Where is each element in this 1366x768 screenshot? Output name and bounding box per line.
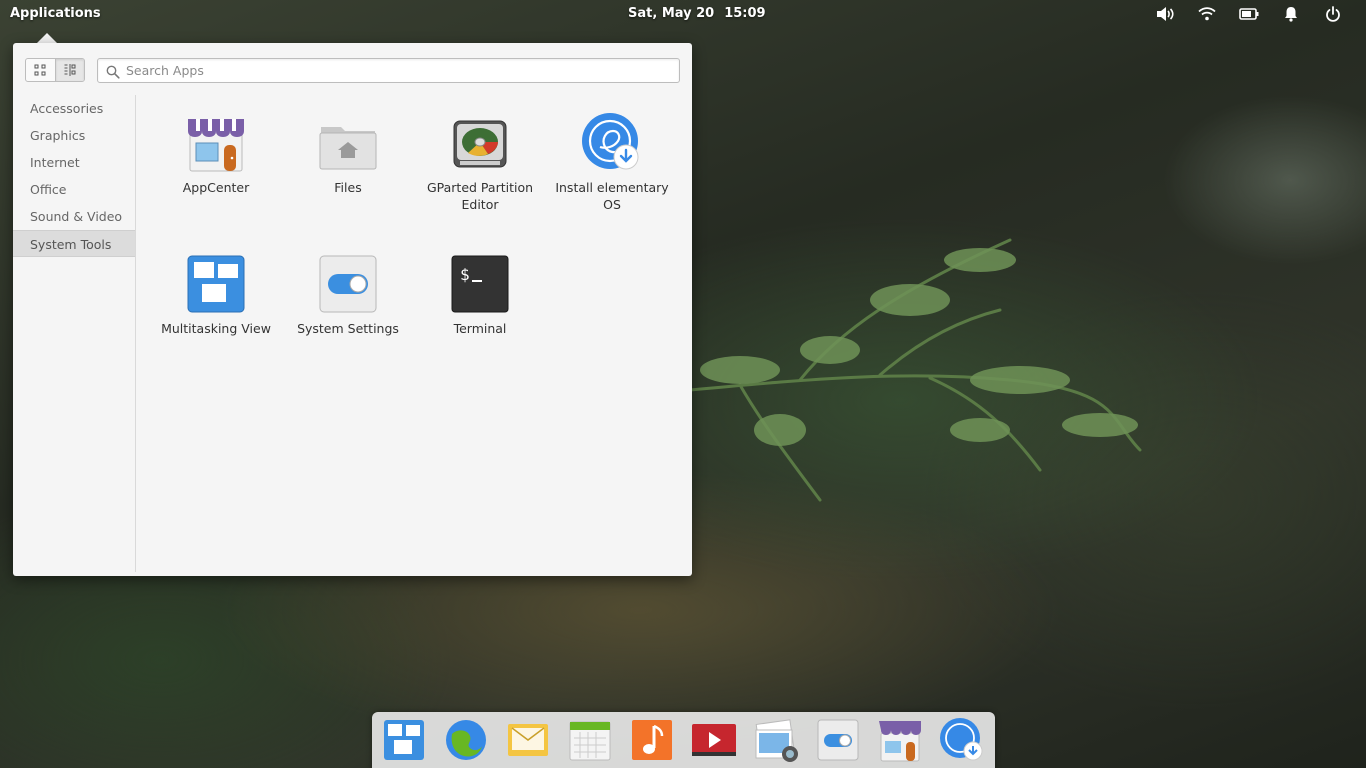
app-appcenter[interactable]: AppCenter: [150, 103, 282, 233]
category-accessories[interactable]: Accessories: [13, 95, 135, 122]
notification-bell-icon[interactable]: [1270, 4, 1312, 24]
category-system-tools[interactable]: System Tools: [13, 230, 135, 257]
dock-videos-icon[interactable]: [690, 716, 738, 764]
app-label: GParted Partition Editor: [426, 180, 534, 212]
app-multitasking-view[interactable]: Multitasking View: [150, 244, 282, 374]
app-label: Multitasking View: [161, 321, 271, 336]
app-install-elementary-os[interactable]: Install elementary OS: [546, 103, 678, 233]
search-input[interactable]: [126, 61, 666, 80]
app-terminal[interactable]: $ Terminal: [414, 244, 546, 374]
app-label: Install elementary OS: [555, 180, 669, 212]
top-panel: Applications Sat, May 20 15:09: [0, 0, 1366, 28]
category-sound-video[interactable]: Sound & Video: [13, 203, 135, 230]
category-graphics[interactable]: Graphics: [13, 122, 135, 149]
dock-appcenter-icon[interactable]: [876, 716, 924, 764]
dock-calendar-icon[interactable]: [566, 716, 614, 764]
terminal-icon: $: [448, 252, 512, 316]
date-time-indicator[interactable]: Sat, May 20 15:09: [628, 6, 766, 21]
app-gparted[interactable]: GParted Partition Editor: [414, 103, 546, 233]
search-field: [97, 58, 680, 83]
popover-arrow: [37, 33, 57, 43]
category-view-icon[interactable]: [54, 59, 84, 81]
dock-system-settings-icon[interactable]: [814, 716, 862, 764]
gparted-icon: [448, 111, 512, 175]
wifi-icon[interactable]: [1186, 4, 1228, 24]
dock-music-icon[interactable]: [628, 716, 676, 764]
category-internet[interactable]: Internet: [13, 149, 135, 176]
volume-icon[interactable]: [1144, 4, 1186, 24]
time-label: 15:09: [724, 6, 766, 21]
app-label: AppCenter: [182, 180, 250, 195]
app-grid: AppCenter Files GParted Partition Editor…: [150, 103, 690, 563]
search-icon: [106, 64, 120, 83]
app-label: Terminal: [453, 321, 507, 336]
category-sidebar: Accessories Graphics Internet Office Sou…: [13, 95, 136, 572]
dock-installer-icon[interactable]: [938, 716, 986, 764]
app-system-settings[interactable]: System Settings: [282, 244, 414, 374]
dock-photos-icon[interactable]: [752, 716, 800, 764]
app-label: System Settings: [297, 321, 399, 336]
battery-icon[interactable]: [1228, 4, 1270, 24]
system-settings-icon: [316, 252, 380, 316]
power-icon[interactable]: [1312, 4, 1354, 24]
grid-view-icon[interactable]: [26, 59, 55, 81]
applications-menu-button[interactable]: Applications: [10, 6, 101, 21]
installer-icon: [580, 111, 644, 175]
category-office[interactable]: Office: [13, 176, 135, 203]
dock-web-browser-icon[interactable]: [442, 716, 490, 764]
dock-multitasking-view-icon[interactable]: [380, 716, 428, 764]
multitasking-view-icon: [184, 252, 248, 316]
dock: [372, 712, 995, 768]
files-icon: [316, 111, 380, 175]
app-label: Files: [334, 180, 362, 195]
view-mode-toggle: [25, 58, 85, 82]
appcenter-icon: [184, 111, 248, 175]
dock-mail-icon[interactable]: [504, 716, 552, 764]
svg-text:$: $: [460, 265, 470, 284]
indicator-area: [1144, 4, 1354, 24]
applications-popover: Accessories Graphics Internet Office Sou…: [13, 43, 692, 576]
wallpaper-branch: [688, 238, 1142, 502]
date-label: Sat, May 20: [628, 6, 715, 21]
app-files[interactable]: Files: [282, 103, 414, 233]
